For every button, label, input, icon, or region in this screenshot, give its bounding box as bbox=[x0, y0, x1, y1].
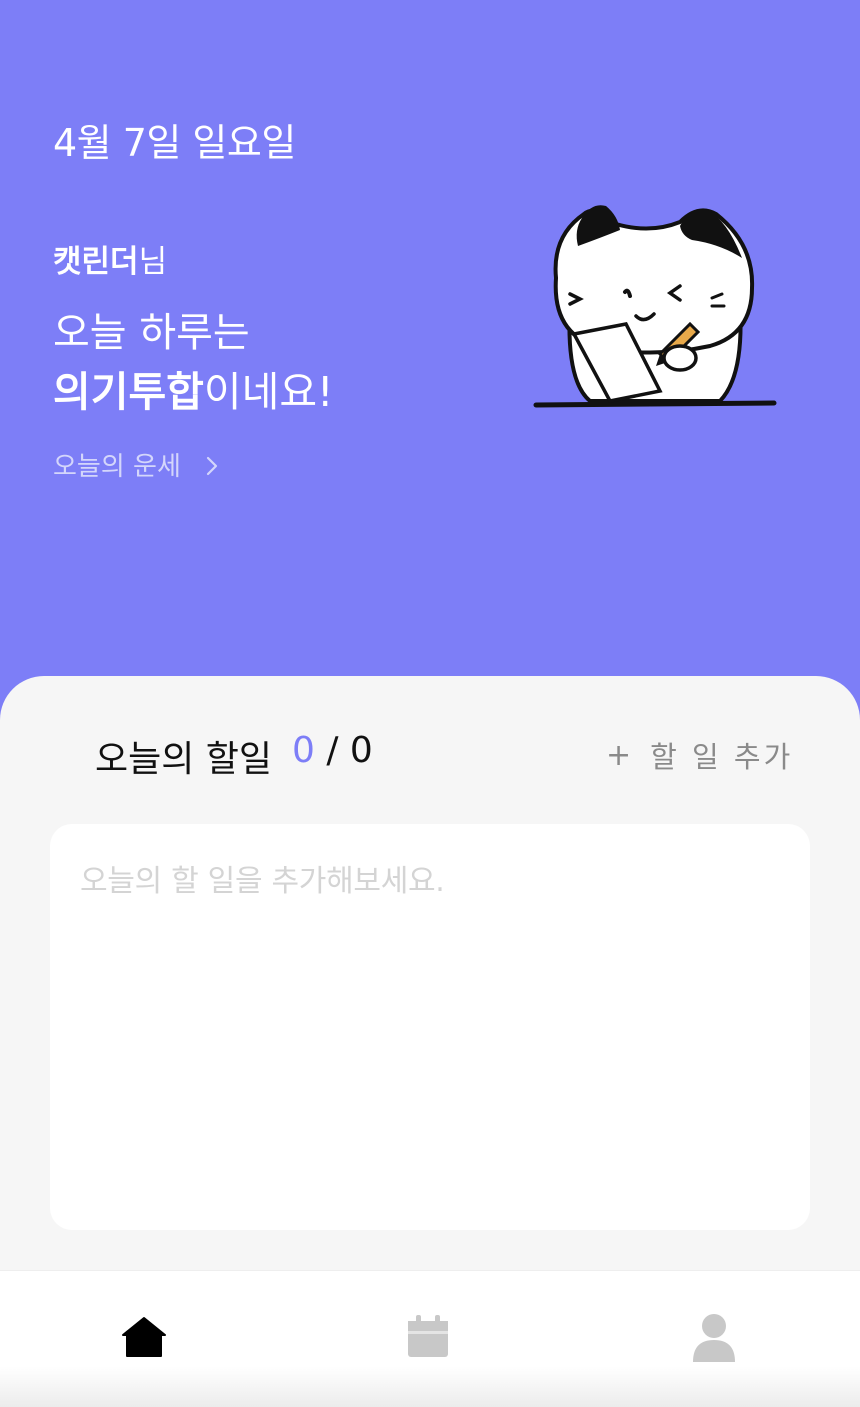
chevron-right-icon bbox=[201, 454, 223, 476]
user-suffix: 님 bbox=[138, 244, 168, 280]
todo-separator: / bbox=[314, 730, 350, 771]
header-section: 4월 7일 일요일 캣린더님 오늘 하루는 의기투합이네요! 오늘의 운세 bbox=[0, 0, 860, 740]
home-icon bbox=[121, 1316, 167, 1362]
bottom-tab-bar bbox=[0, 1270, 860, 1407]
add-todo-label: 할 일 추가 bbox=[650, 740, 794, 774]
greeting-message-line2: 의기투합이네요! bbox=[53, 358, 334, 418]
fortune-suffix: 이네요! bbox=[203, 368, 334, 416]
fortune-word: 의기투합 bbox=[53, 368, 204, 416]
fortune-link[interactable]: 오늘의 운세 bbox=[53, 446, 223, 483]
todo-empty-placeholder: 오늘의 할 일을 추가해보세요. bbox=[80, 864, 445, 899]
cat-mascot-illustration bbox=[530, 196, 780, 416]
todo-title: 오늘의 할일 bbox=[95, 739, 273, 780]
todo-progress: 0 / 0 bbox=[292, 730, 373, 771]
calendar-icon bbox=[406, 1315, 450, 1363]
todo-done-count: 0 bbox=[292, 730, 315, 771]
tab-profile[interactable] bbox=[686, 1311, 742, 1367]
add-todo-button[interactable]: + 할 일 추가 bbox=[606, 734, 793, 776]
fortune-link-label: 오늘의 운세 bbox=[53, 452, 181, 482]
todo-list-card[interactable]: 오늘의 할 일을 추가해보세요. bbox=[50, 824, 810, 1230]
tab-home[interactable] bbox=[116, 1311, 172, 1367]
greeting-message-line1: 오늘 하루는 bbox=[53, 310, 250, 356]
today-date: 4월 7일 일요일 bbox=[53, 121, 296, 165]
user-icon bbox=[691, 1312, 737, 1366]
plus-icon: + bbox=[606, 737, 635, 773]
tab-calendar[interactable] bbox=[400, 1311, 456, 1367]
greeting-name: 캣린더님 bbox=[53, 236, 167, 281]
todo-total-count: 0 bbox=[349, 730, 373, 771]
user-name: 캣린더 bbox=[53, 244, 139, 280]
